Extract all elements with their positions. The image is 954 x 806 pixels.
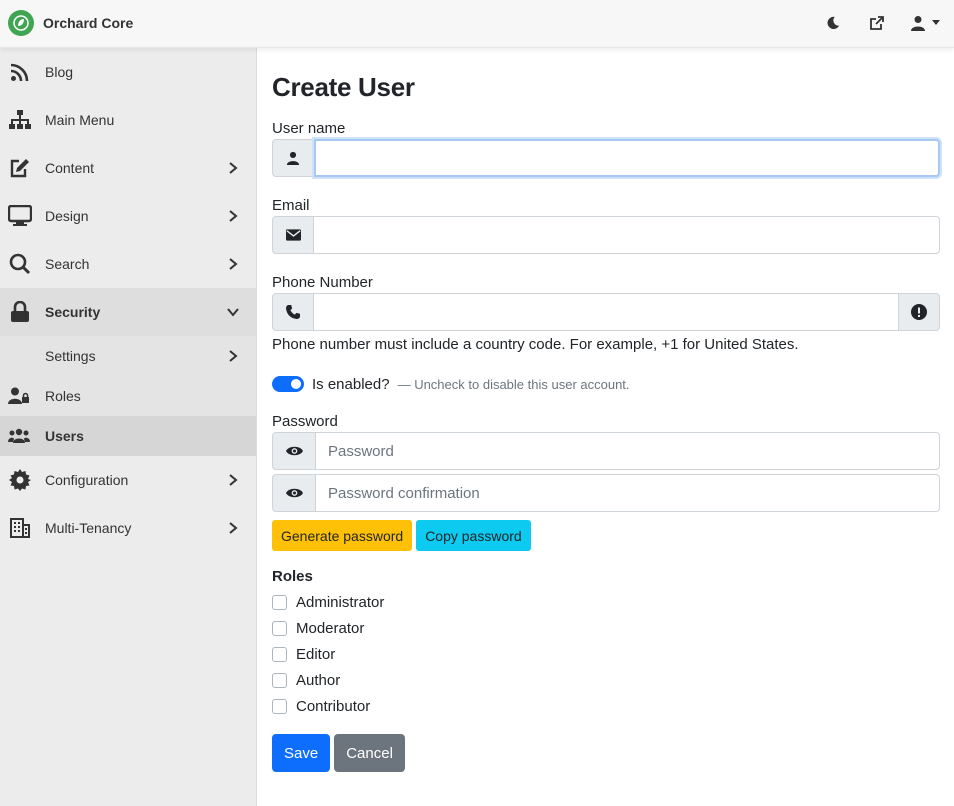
role-item[interactable]: Author [272,667,940,693]
sidebar-item-label: Search [45,256,90,272]
role-label: Moderator [296,619,365,637]
chevron-right-icon [229,474,238,486]
sidebar-item-content[interactable]: Content [0,144,256,192]
orchard-logo-icon [8,10,34,36]
role-checkbox[interactable] [272,620,287,636]
sidebar-item-label: Configuration [45,472,129,488]
username-input[interactable] [314,139,940,177]
username-label: User name [272,120,346,137]
username-group [272,139,940,177]
sitemap-icon [8,108,32,132]
sidebar-item-settings[interactable]: Settings [0,336,256,376]
sidebar-item-label: Main Menu [45,112,115,128]
sidebar-item-configuration[interactable]: Configuration [0,456,256,504]
phone-input[interactable] [314,293,898,331]
monitor-icon [8,204,32,228]
rss-icon [8,60,32,84]
email-group [272,216,940,254]
generate-password-button[interactable]: Generate password [272,520,413,551]
password-confirm-group [272,474,940,512]
role-checkbox[interactable] [272,672,287,688]
chevron-right-icon [229,162,238,174]
eye-icon[interactable] [272,432,316,470]
role-checkbox[interactable] [272,698,287,714]
sidebar-item-main-menu[interactable]: Main Menu [0,96,256,144]
search-icon [8,252,32,276]
cancel-button[interactable]: Cancel [334,734,405,772]
role-item[interactable]: Administrator [272,589,940,615]
enabled-switch[interactable] [272,376,304,392]
page-title: Create User [272,72,415,102]
password-group [272,432,940,470]
sidebar-item-search[interactable]: Search [0,240,256,288]
password-label: Password [272,413,338,430]
sidebar-item-label: Blog [45,64,74,80]
role-item[interactable]: Moderator [272,615,940,641]
eye-icon[interactable] [272,474,316,512]
role-label: Contributor [296,697,371,715]
info-circle-icon[interactable] [898,293,940,331]
moon-icon[interactable] [822,12,844,34]
email-input[interactable] [314,216,940,254]
chevron-right-icon [229,350,238,362]
sidebar-item-label: Settings [45,348,96,364]
app-name: Orchard Core [43,15,134,31]
sidebar-item-label: Design [45,208,89,224]
chevron-right-icon [229,210,238,222]
sidebar: Blog Main Menu Content Design Search Sec… [0,48,257,806]
sidebar-item-label: Content [45,160,95,176]
sidebar-item-label: Roles [45,388,81,404]
phone-hint: Phone number must include a country code… [272,336,799,353]
chevron-right-icon [229,258,238,270]
sidebar-item-users[interactable]: Users [0,416,256,456]
lock-icon [8,300,32,324]
save-button[interactable]: Save [272,734,331,772]
role-label: Administrator [296,593,385,611]
role-item[interactable]: Contributor [272,693,940,719]
sidebar-item-multi-tenancy[interactable]: Multi-Tenancy [0,504,256,552]
building-icon [8,516,32,540]
copy-password-button[interactable]: Copy password [416,520,531,551]
password-confirm-input[interactable] [316,474,940,512]
phone-group [272,293,940,331]
brand[interactable]: Orchard Core [8,10,133,36]
sidebar-item-label: Security [45,304,101,320]
caret-down-icon [932,20,940,25]
role-checkbox[interactable] [272,646,287,662]
user-icon [911,16,925,31]
envelope-icon [272,216,314,254]
phone-icon [272,293,314,331]
password-input[interactable] [316,432,940,470]
chevron-down-icon [227,308,239,317]
role-label: Editor [296,645,336,663]
chevron-right-icon [229,522,238,534]
enabled-label: Is enabled? [312,375,390,393]
user-menu[interactable] [910,15,940,31]
user-icon [272,139,314,177]
enabled-toggle-row: Is enabled? — Uncheck to disable this us… [272,373,940,395]
sidebar-item-security[interactable]: Security [0,288,256,336]
users-icon [8,424,30,448]
sidebar-item-design[interactable]: Design [0,192,256,240]
user-lock-icon [8,384,30,408]
edit-icon [8,156,32,180]
phone-label: Phone Number [272,274,373,291]
external-link-icon[interactable] [866,12,888,34]
sidebar-item-roles[interactable]: Roles [0,376,256,416]
role-label: Author [296,671,341,689]
main-content: Create User User name Email Phone Number… [272,48,940,772]
sidebar-item-label: Multi-Tenancy [45,520,132,536]
sidebar-item-label: Users [45,428,84,444]
role-item[interactable]: Editor [272,641,940,667]
role-checkbox[interactable] [272,594,287,610]
enabled-hint: — Uncheck to disable this user account. [397,376,630,392]
email-label: Email [272,197,310,214]
top-bar: Orchard Core [0,0,954,48]
roles-title: Roles [272,568,313,585]
gear-icon [8,468,32,492]
sidebar-item-blog[interactable]: Blog [0,48,256,96]
